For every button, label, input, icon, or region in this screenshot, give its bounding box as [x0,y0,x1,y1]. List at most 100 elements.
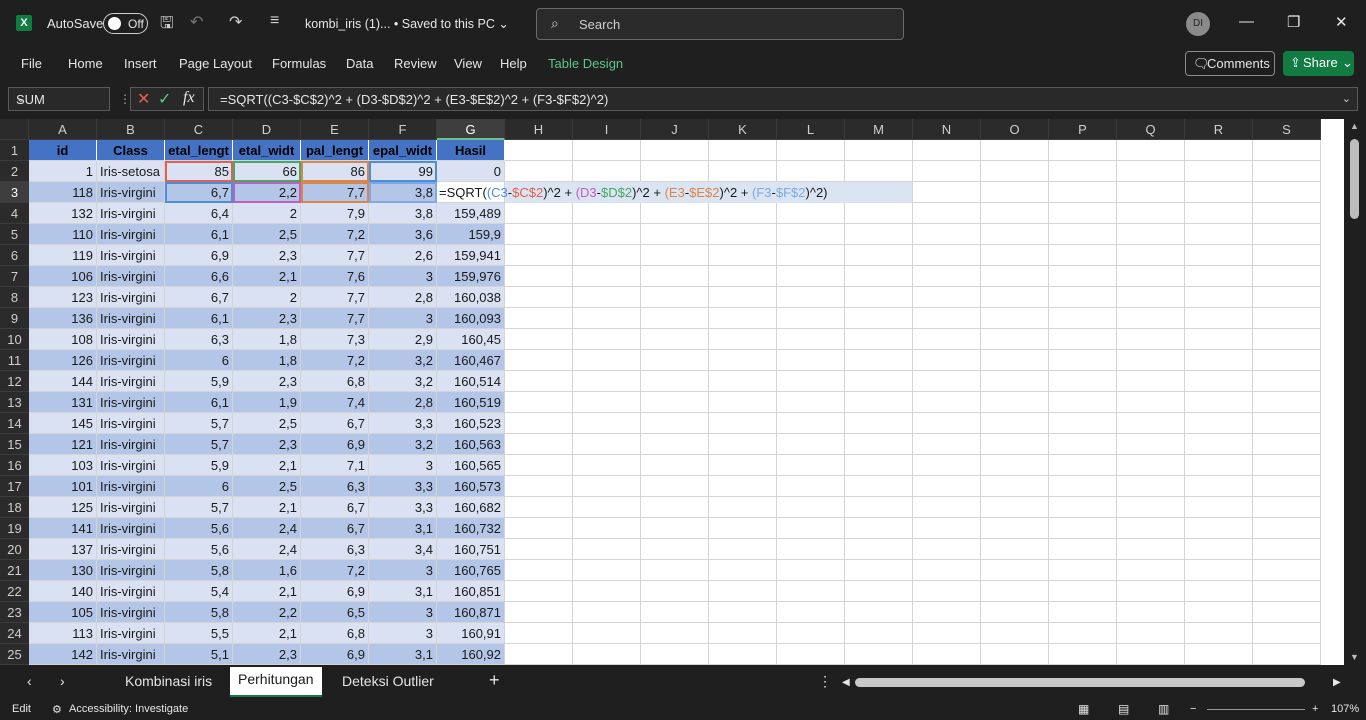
table-cell[interactable]: 2,3 [233,245,301,266]
grid-cell[interactable] [641,371,709,392]
save-icon[interactable]: 🖫 [160,12,174,39]
grid-cell[interactable] [845,203,913,224]
row-header[interactable]: 1 [0,140,29,161]
grid-cell[interactable] [777,245,845,266]
table-cell[interactable]: 6,9 [301,581,369,602]
grid-cell[interactable] [641,140,709,161]
table-cell[interactable]: Iris-virgini [97,455,165,476]
tab-data[interactable]: Data [346,56,373,71]
next-sheet-icon[interactable]: › [60,673,65,689]
table-cell[interactable]: Iris-virgini [97,413,165,434]
table-cell[interactable]: 5,9 [165,371,233,392]
grid-cell[interactable] [641,539,709,560]
grid-cell[interactable] [981,371,1049,392]
grid-cell[interactable] [641,245,709,266]
grid-cell[interactable] [845,287,913,308]
grid-cell[interactable] [1253,518,1321,539]
grid-cell[interactable] [641,602,709,623]
grid-cell[interactable] [777,308,845,329]
table-cell[interactable]: 5,6 [165,539,233,560]
grid-cell[interactable] [641,329,709,350]
table-cell[interactable]: 137 [29,539,97,560]
grid-cell[interactable] [777,287,845,308]
grid-cell[interactable] [913,329,981,350]
table-cell[interactable]: 132 [29,203,97,224]
grid-cell[interactable] [1253,308,1321,329]
page-break-view-icon[interactable]: ▥ [1158,702,1169,716]
grid-cell[interactable] [777,161,845,182]
table-header-cell[interactable]: etal_widt [233,140,301,161]
grid-cell[interactable] [913,287,981,308]
grid-cell[interactable] [573,329,641,350]
grid-cell[interactable] [777,560,845,581]
row-header[interactable]: 11 [0,350,29,371]
grid-cell[interactable] [777,371,845,392]
table-cell[interactable]: 5,6 [165,518,233,539]
grid-cell[interactable] [1049,371,1117,392]
table-cell[interactable]: 136 [29,308,97,329]
grid-cell[interactable] [845,455,913,476]
zoom-out-icon[interactable]: − [1190,703,1196,715]
grid-cell[interactable] [641,455,709,476]
column-header-d[interactable]: D [233,119,301,140]
redo-icon[interactable]: ↷ [229,12,242,32]
grid-cell[interactable] [505,308,573,329]
grid-cell[interactable] [845,413,913,434]
table-cell[interactable]: 106 [29,266,97,287]
table-cell[interactable]: 3,3 [369,413,437,434]
table-cell[interactable]: 159,976 [437,266,505,287]
grid-cell[interactable] [709,329,777,350]
column-header-p[interactable]: P [1049,119,1117,140]
table-cell[interactable]: 2,3 [233,434,301,455]
grid-cell[interactable] [1049,308,1117,329]
table-cell[interactable]: Iris-virgini [97,203,165,224]
table-cell[interactable]: 159,9 [437,224,505,245]
grid-cell[interactable] [1185,434,1253,455]
grid-cell[interactable] [505,350,573,371]
table-cell[interactable]: 160,573 [437,476,505,497]
grid-cell[interactable] [981,623,1049,644]
tab-formulas[interactable]: Formulas [272,56,326,71]
grid-cell[interactable] [981,434,1049,455]
table-cell[interactable]: 160,565 [437,455,505,476]
grid-cell[interactable] [709,518,777,539]
grid-cell[interactable] [1253,623,1321,644]
grid-cell[interactable] [1185,308,1253,329]
table-cell[interactable]: 3,2 [369,434,437,455]
column-header-i[interactable]: I [573,119,641,140]
table-cell[interactable]: Iris-virgini [97,329,165,350]
grid-cell[interactable] [913,476,981,497]
table-cell[interactable]: 123 [29,287,97,308]
table-cell[interactable]: 3,3 [369,476,437,497]
table-cell[interactable]: 6,9 [165,245,233,266]
tab-insert[interactable]: Insert [124,56,157,71]
table-cell[interactable]: 140 [29,581,97,602]
row-header[interactable]: 8 [0,287,29,308]
grid-cell[interactable] [505,602,573,623]
tab-page-layout[interactable]: Page Layout [179,56,252,71]
tab-review[interactable]: Review [394,56,437,71]
grid-cell[interactable] [709,266,777,287]
row-header[interactable]: 21 [0,560,29,581]
table-cell[interactable]: 7,1 [301,455,369,476]
table-cell[interactable]: 2,1 [233,623,301,644]
grid-cell[interactable] [709,245,777,266]
grid-cell[interactable] [573,413,641,434]
grid-cell[interactable] [777,455,845,476]
table-cell[interactable]: 108 [29,329,97,350]
table-cell[interactable]: 121 [29,434,97,455]
table-cell[interactable]: 2,4 [233,539,301,560]
table-cell[interactable]: 6,8 [301,623,369,644]
grid-cell[interactable] [1253,497,1321,518]
grid-cell[interactable] [573,224,641,245]
table-cell[interactable]: Iris-virgini [97,560,165,581]
table-cell[interactable]: 6,6 [165,266,233,287]
grid-cell[interactable] [709,602,777,623]
table-cell[interactable]: 113 [29,623,97,644]
table-cell[interactable]: 131 [29,392,97,413]
table-cell[interactable]: Iris-virgini [97,476,165,497]
grid-cell[interactable] [505,224,573,245]
table-cell[interactable]: 3,1 [369,581,437,602]
grid-cell[interactable] [573,140,641,161]
table-cell[interactable]: 141 [29,518,97,539]
